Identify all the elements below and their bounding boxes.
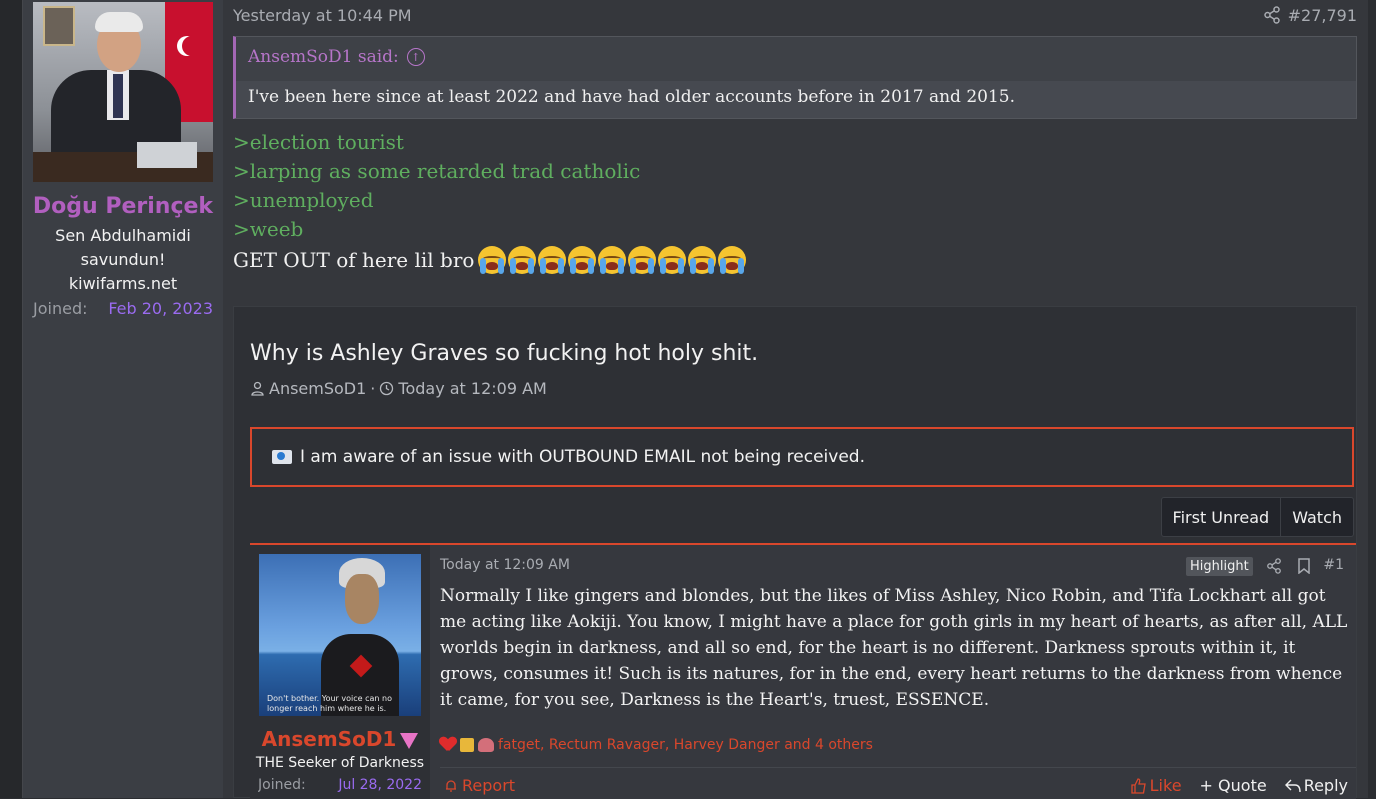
greentext-line: >election tourist	[233, 130, 404, 154]
reactions-list[interactable]: fatget, Rectum Ravager, Harvey Danger an…	[498, 737, 873, 753]
reply-icon	[1284, 779, 1301, 792]
quote-button[interactable]: + Quote	[1200, 776, 1267, 795]
loudly-crying-face-icon	[508, 246, 537, 274]
quote-block: AnsemSoD1 said: ↑ I've been here since a…	[233, 36, 1357, 119]
thumbs-up-icon	[1130, 777, 1146, 794]
share-icon[interactable]	[1266, 558, 1282, 574]
post-user-cell: Doğu Perinçek Sen Abdulhamidi savundun! …	[23, 0, 223, 798]
report-label[interactable]: Report	[462, 776, 515, 795]
page-gutter-right	[1368, 0, 1376, 798]
closing-line: GET OUT of here lil bro	[233, 246, 747, 274]
username[interactable]: AnsemSoD1	[250, 727, 430, 751]
post-date[interactable]: Yesterday at 10:44 PM	[233, 6, 412, 25]
greentext-line: >unemployed	[233, 188, 374, 212]
arrow-up-circle-icon[interactable]: ↑	[406, 48, 425, 66]
thread-embed: Why is Ashley Graves so fucking hot holy…	[233, 306, 1357, 799]
report-button[interactable]: Report	[444, 776, 515, 795]
quote-author[interactable]: AnsemSoD1 said:	[248, 47, 399, 67]
person-icon	[251, 381, 264, 396]
thread-date[interactable]: Today at 12:09 AM	[398, 379, 546, 398]
bookmark-icon[interactable]	[1297, 558, 1311, 574]
joined-row: Joined: Jul 28, 2022	[258, 777, 422, 797]
bell-icon	[446, 779, 456, 792]
notice-banner: I am aware of an issue with OUTBOUND EMA…	[250, 427, 1354, 487]
loudly-crying-face-icon	[478, 246, 507, 274]
quote-text: I've been here since at least 2022 and h…	[236, 81, 1356, 118]
post-body: Normally I like gingers and blondes, but…	[440, 586, 1348, 710]
username-text[interactable]: AnsemSoD1	[262, 727, 397, 751]
joined-label: Joined:	[258, 777, 306, 793]
reactions-bar[interactable]: fatget, Rectum Ravager, Harvey Danger an…	[440, 737, 873, 753]
first-post-header: Today at 12:09 AM Highlight #1	[440, 555, 1344, 577]
joined-label: Joined:	[33, 299, 88, 318]
greentext-line: >weeb	[233, 217, 304, 241]
emoji-row	[478, 246, 747, 274]
thread-button-group: First Unread Watch	[1160, 497, 1354, 537]
loudly-crying-face-icon	[538, 246, 567, 274]
reply-button[interactable]: Reply	[1284, 776, 1348, 795]
joined-date: Feb 20, 2023	[108, 299, 213, 318]
reply-label[interactable]: Reply	[1304, 776, 1348, 795]
avatar[interactable]: Don't bother. Your voice can no longer r…	[259, 554, 421, 716]
loudly-crying-face-icon	[688, 246, 717, 274]
user-title: THE Seeker of Darkness	[255, 755, 425, 771]
post-actions: Report Like + Quote Reply	[440, 767, 1356, 799]
closing-text: GET OUT of here lil bro	[233, 248, 475, 272]
thread-meta: AnsemSoD1 · Today at 12:09 AM	[250, 379, 547, 398]
post-date[interactable]: Today at 12:09 AM	[440, 557, 570, 573]
heart-icon	[440, 737, 456, 753]
post-number[interactable]: #1	[1323, 557, 1344, 573]
email-icon	[272, 450, 292, 464]
thread-author[interactable]: AnsemSoD1	[269, 379, 366, 398]
first-post-user-cell: Don't bother. Your voice can no longer r…	[250, 545, 430, 799]
thread-title[interactable]: Why is Ashley Graves so fucking hot holy…	[250, 341, 758, 366]
like-button[interactable]: Like	[1130, 776, 1182, 795]
greentext-line: >larping as some retarded trad catholic	[233, 159, 641, 183]
wing-icon	[478, 738, 494, 752]
puzzle-icon	[460, 738, 474, 752]
joined-row: Joined: Feb 20, 2023	[33, 299, 213, 318]
share-icon[interactable]	[1263, 6, 1281, 24]
post-number[interactable]: #27,791	[1288, 6, 1357, 25]
triangle-icon	[400, 732, 419, 749]
highlight-button[interactable]: Highlight	[1186, 557, 1253, 576]
joined-date: Jul 28, 2022	[338, 777, 422, 793]
watch-button[interactable]: Watch	[1280, 498, 1353, 536]
page-gutter	[0, 0, 22, 798]
avatar-caption: Don't bother. Your voice can no longer r…	[267, 694, 392, 713]
loudly-crying-face-icon	[658, 246, 687, 274]
avatar[interactable]	[33, 2, 213, 182]
first-unread-button[interactable]: First Unread	[1162, 498, 1281, 536]
forum-post: Doğu Perinçek Sen Abdulhamidi savundun! …	[22, 0, 1368, 799]
clock-icon	[380, 381, 394, 396]
notice-text: I am aware of an issue with OUTBOUND EMA…	[300, 447, 865, 467]
like-label[interactable]: Like	[1150, 776, 1182, 795]
loudly-crying-face-icon	[718, 246, 747, 274]
quote-header[interactable]: AnsemSoD1 said: ↑	[248, 47, 425, 67]
action-buttons: Like + Quote Reply	[1130, 776, 1348, 795]
first-post: Don't bother. Your voice can no longer r…	[250, 543, 1356, 799]
post-header: Yesterday at 10:44 PM #27,791	[233, 4, 1357, 26]
username[interactable]: Doğu Perinçek	[23, 194, 223, 219]
loudly-crying-face-icon	[628, 246, 657, 274]
meta-separator: ·	[370, 379, 376, 398]
loudly-crying-face-icon	[598, 246, 627, 274]
loudly-crying-face-icon	[568, 246, 597, 274]
user-title: Sen Abdulhamidi savundun! kiwifarms.net	[55, 226, 191, 293]
